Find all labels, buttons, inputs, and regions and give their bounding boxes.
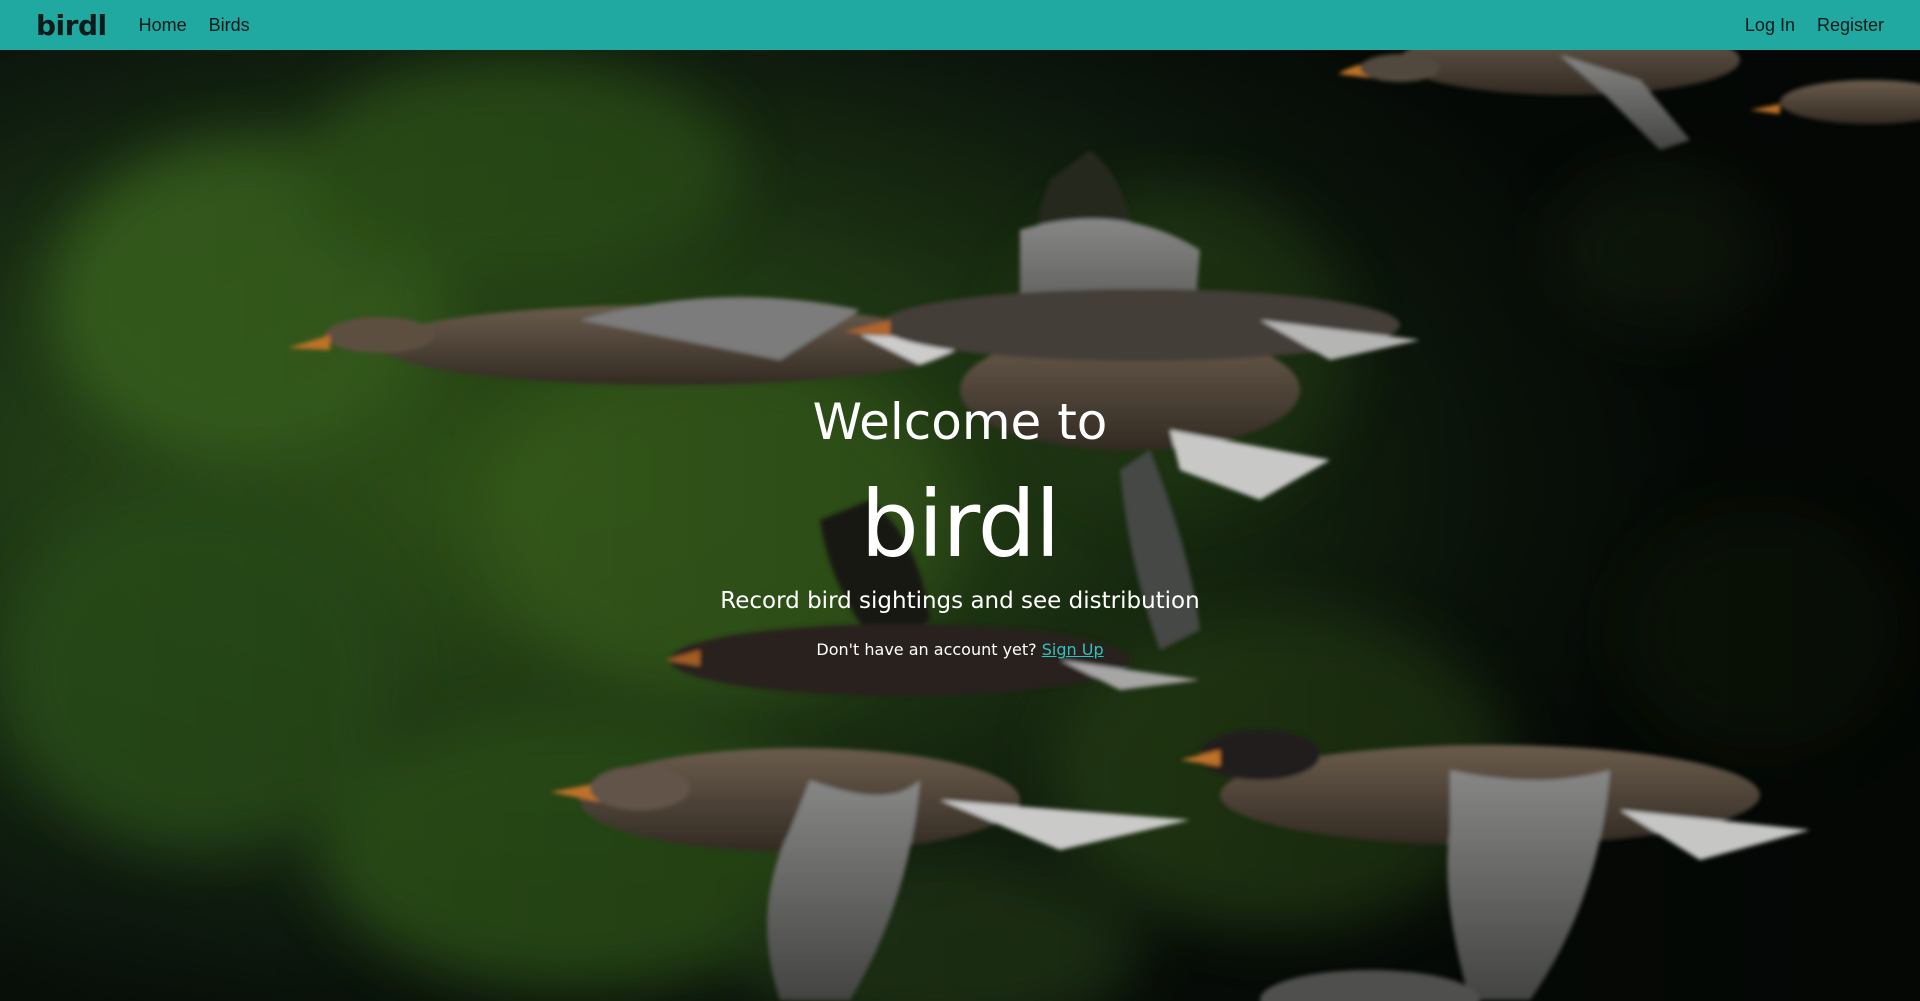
top-navbar: birdl Home Birds Log In Register — [0, 0, 1920, 50]
hero-title: birdl — [860, 471, 1060, 578]
hero-section: Welcome to birdl Record bird sightings a… — [0, 50, 1920, 1001]
auth-links: Log In Register — [1745, 15, 1884, 36]
nav-birds-link[interactable]: Birds — [209, 15, 250, 36]
signup-prompt-line: Don't have an account yet? Sign Up — [0, 638, 1920, 662]
signup-prompt-text: Don't have an account yet? — [816, 640, 1037, 659]
register-link[interactable]: Register — [1817, 15, 1884, 36]
nav-home-link[interactable]: Home — [139, 15, 187, 36]
welcome-heading: Welcome to — [812, 393, 1108, 451]
nav-links: Home Birds — [139, 15, 250, 36]
signup-link[interactable]: Sign Up — [1042, 640, 1104, 659]
brand-logo[interactable]: birdl — [36, 9, 107, 42]
hero-tagline: Record bird sightings and see distributi… — [720, 588, 1200, 614]
login-link[interactable]: Log In — [1745, 15, 1795, 36]
